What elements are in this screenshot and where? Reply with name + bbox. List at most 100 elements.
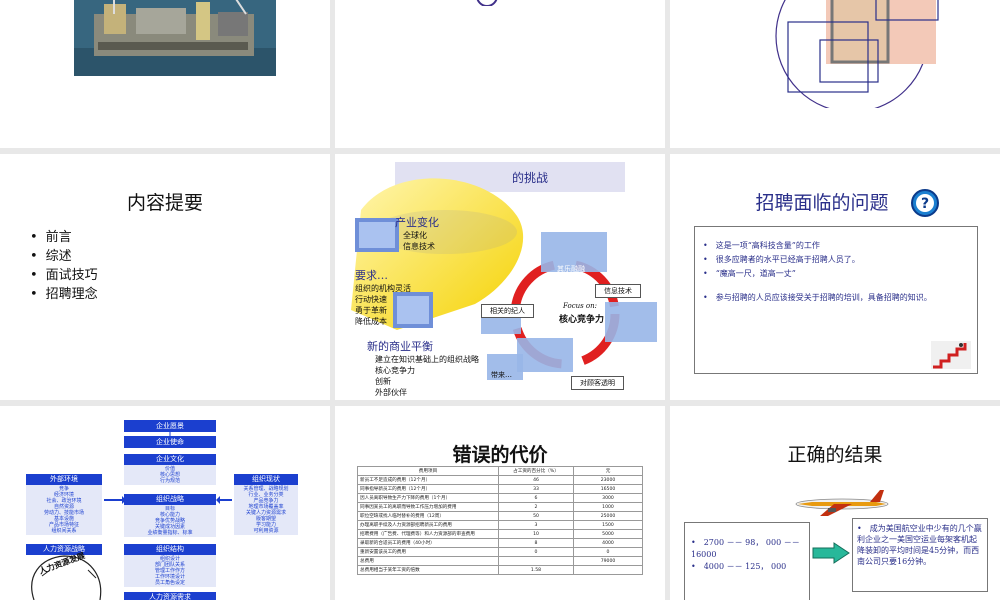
slide-correct-result[interactable]: 正确的结果 2700 －－ 98， 000 －－ 16000 4000 －－ 1…: [670, 406, 1000, 600]
slide-title: 错误的代价: [452, 444, 548, 466]
table-cell: 1500: [573, 520, 643, 530]
list-item: 组织的机构灵活: [355, 284, 411, 293]
list-item: 2700 －－ 98， 000 －－ 16000: [691, 537, 805, 561]
table-row: 重新安置该员工的费用 0 0: [357, 547, 643, 557]
node-box: 带来…: [491, 371, 512, 379]
slide-challenges[interactable]: 的挑战 产业变化 全球化 信息技术 要求… 组织的机构灵活 行动快速 勇于革新 …: [335, 154, 665, 400]
focus-label: Focus on:: [563, 302, 598, 310]
arrow-right-icon: [812, 542, 850, 564]
contents-list: 前言 综述 面试技巧 招聘理念: [30, 228, 98, 304]
node-box: 信息技术: [595, 284, 641, 298]
result-box: 成为美国航空业中少有的几个赢利企业之一美国空运业每架客机起降装卸的平均时间是45…: [852, 518, 988, 592]
problems-box: 这是一项“高科技含量”的工作 很多应聘者的水平已经高于招聘人员了。 “魔高一尺，…: [694, 226, 978, 374]
table-cell: 同事指导新员工的费用（12个月）: [357, 484, 499, 494]
clock-collage-image: [775, 0, 939, 108]
table-row: 同事因某员工的离职而导致工作压力增加的费用 2 1000: [357, 502, 643, 512]
slide-1[interactable]: [0, 0, 330, 148]
stats-list: 2700 －－ 98， 000 －－ 16000 4000 －－ 125， 00…: [691, 537, 805, 573]
list-item: 建立在知识基础上的组织战略: [375, 355, 479, 364]
table-cell: 因人员离职导致生产力下降的费用（1个月）: [357, 493, 499, 503]
table-header: 费用项目: [357, 466, 499, 476]
section-industry-change: 产业变化 全球化 信息技术: [395, 214, 439, 252]
table-cell: 8: [498, 538, 574, 548]
table-cell: 4000: [573, 538, 643, 548]
table-cell: 重新安置该员工的费用: [357, 547, 499, 557]
table-row: 职位空缺或找人临时替补的费用（12周） 50 25000: [357, 511, 643, 521]
table-cell: 1.58: [498, 565, 574, 575]
section-heading: 新的商业平衡: [367, 340, 433, 353]
cost-table: 费用项目 占工资的百分比（%） 元 新员工不足造成的费用（12个月） 46 2300…: [357, 466, 643, 575]
list-item: 成为美国航空业中少有的几个赢利企业之一美国空运业每架客机起降装卸的平均时间是45…: [857, 523, 983, 567]
table-cell: 79000: [573, 556, 643, 566]
list-item: 核心竞争力: [375, 366, 415, 375]
table-row: 同事指导新员工的费用（12个月） 33 16500: [357, 484, 643, 494]
section-heading: 要求…: [355, 269, 388, 282]
table-header: 元: [573, 466, 643, 476]
stats-box: 2700 －－ 98， 000 －－ 16000 4000 －－ 125， 00…: [684, 522, 810, 600]
table-cell: 总费用: [357, 556, 499, 566]
slide-2-partial[interactable]: [335, 0, 665, 148]
section-heading: 产业变化: [395, 216, 439, 229]
list-item: 4000 －－ 125， 000: [691, 561, 805, 573]
table-cell: 办理离职手续及人力资源部招聘新员工的费用: [357, 520, 499, 530]
table-cell: 1000: [573, 502, 643, 512]
list-item: 行动快速: [355, 295, 387, 304]
table-cell: 5000: [573, 529, 643, 539]
list-item: 降低成本: [355, 317, 387, 326]
airplane-image: [795, 490, 889, 516]
section-new-balance: 新的商业平衡 建立在知识基础上的组织战略 核心竞争力 创新 外部伙伴: [367, 338, 479, 398]
slide-title: 正确的结果: [787, 444, 883, 466]
slide-hr-framework[interactable]: 企业愿景 企业使命 企业文化 价值 核心思想 行为规范 组织战略 目标 核心能力…: [0, 406, 330, 600]
svg-text:?: ?: [921, 196, 929, 212]
list-item: 综述: [30, 247, 98, 266]
table-cell: 6: [498, 493, 574, 503]
table-header-row: 费用项目 占工资的百分比（%） 元: [357, 466, 643, 476]
slide-contents[interactable]: 内容提要 前言 综述 面试技巧 招聘理念: [0, 154, 330, 400]
table-row: 录取新的合适员工的费用（40小时） 8 4000: [357, 538, 643, 548]
table-cell: 23000: [573, 475, 643, 485]
table-cell: 0: [498, 547, 574, 557]
table-cell: 46: [498, 475, 574, 485]
question-mark-icon[interactable]: ?: [910, 188, 940, 218]
table-footer-row: 总费用相当于某年工资的倍数 1.58: [357, 565, 643, 575]
section-requirements: 要求… 组织的机构灵活 行动快速 勇于革新 降低成本: [355, 267, 411, 327]
node-box: 相关的纪人: [481, 304, 534, 318]
list-item: 信息技术: [403, 242, 435, 251]
list-item: 全球化: [403, 231, 427, 240]
table-cell: 职位空缺或找人临时替补的费用（12周）: [357, 511, 499, 521]
table-cell: 3: [498, 520, 574, 530]
table-cell: 招聘费用（广告费、代理费等）和人力资源部的审查费用: [357, 529, 499, 539]
list-item: 创新: [375, 377, 391, 386]
slide-title: 内容提要: [126, 192, 203, 214]
slide-3-partial[interactable]: [670, 0, 1000, 148]
table-row: 总费用 79000: [357, 556, 643, 566]
table-cell: 2: [498, 502, 574, 512]
slide-cost-of-error[interactable]: 错误的代价 费用项目 占工资的百分比（%） 元 新员工不足造成的费用（12个月）…: [335, 406, 665, 600]
table-cell: 33: [498, 484, 574, 494]
table-cell: 25000: [573, 511, 643, 521]
table-cell: 新员工不足造成的费用（12个月）: [357, 475, 499, 485]
table-cell: 同事因某员工的离职而导致工作压力增加的费用: [357, 502, 499, 512]
table-row: 办理离职手续及人力资源部招聘新员工的费用 3 1500: [357, 520, 643, 530]
table-cell: [498, 556, 574, 566]
table-row: 新员工不足造成的费用（12个月） 46 23000: [357, 475, 643, 485]
circle-decoration: [476, 0, 498, 6]
table-cell: [573, 565, 643, 575]
table-cell: 总费用相当于某年工资的倍数: [357, 565, 499, 575]
result-list: 成为美国航空业中少有的几个赢利企业之一美国空运业每架客机起降装卸的平均时间是45…: [857, 523, 983, 567]
table-row: 因人员离职导致生产力下降的费用（1个月） 6 3000: [357, 493, 643, 503]
list-item: 参与招聘的人员应该接受关于招聘的培训，具备招聘的知识。: [703, 291, 971, 305]
slide-title: 招聘面临的问题: [755, 192, 889, 214]
list-item: 很多应聘者的水平已经高于招聘人员了。: [703, 253, 971, 267]
list-item: 外部伙伴: [375, 388, 407, 397]
table-cell: 50: [498, 511, 574, 521]
node-box: 其乐融融: [557, 265, 585, 273]
list-item: 招聘理念: [30, 285, 98, 304]
table-cell: 3000: [573, 493, 643, 503]
table-row: 招聘费用（广告费、代理费等）和人力资源部的审查费用 10 5000: [357, 529, 643, 539]
focus-text: 核心竞争力: [559, 315, 605, 325]
problems-list: 这是一项“高科技含量”的工作 很多应聘者的水平已经高于招聘人员了。 “魔高一尺，…: [703, 239, 971, 305]
table-header: 占工资的百分比（%）: [498, 466, 574, 476]
slide-recruiting-problems[interactable]: 招聘面临的问题 ? 这是一项“高科技含量”的工作 很多应聘者的水平已经高于招聘人…: [670, 154, 1000, 400]
list-item: 这是一项“高科技含量”的工作: [703, 239, 971, 253]
